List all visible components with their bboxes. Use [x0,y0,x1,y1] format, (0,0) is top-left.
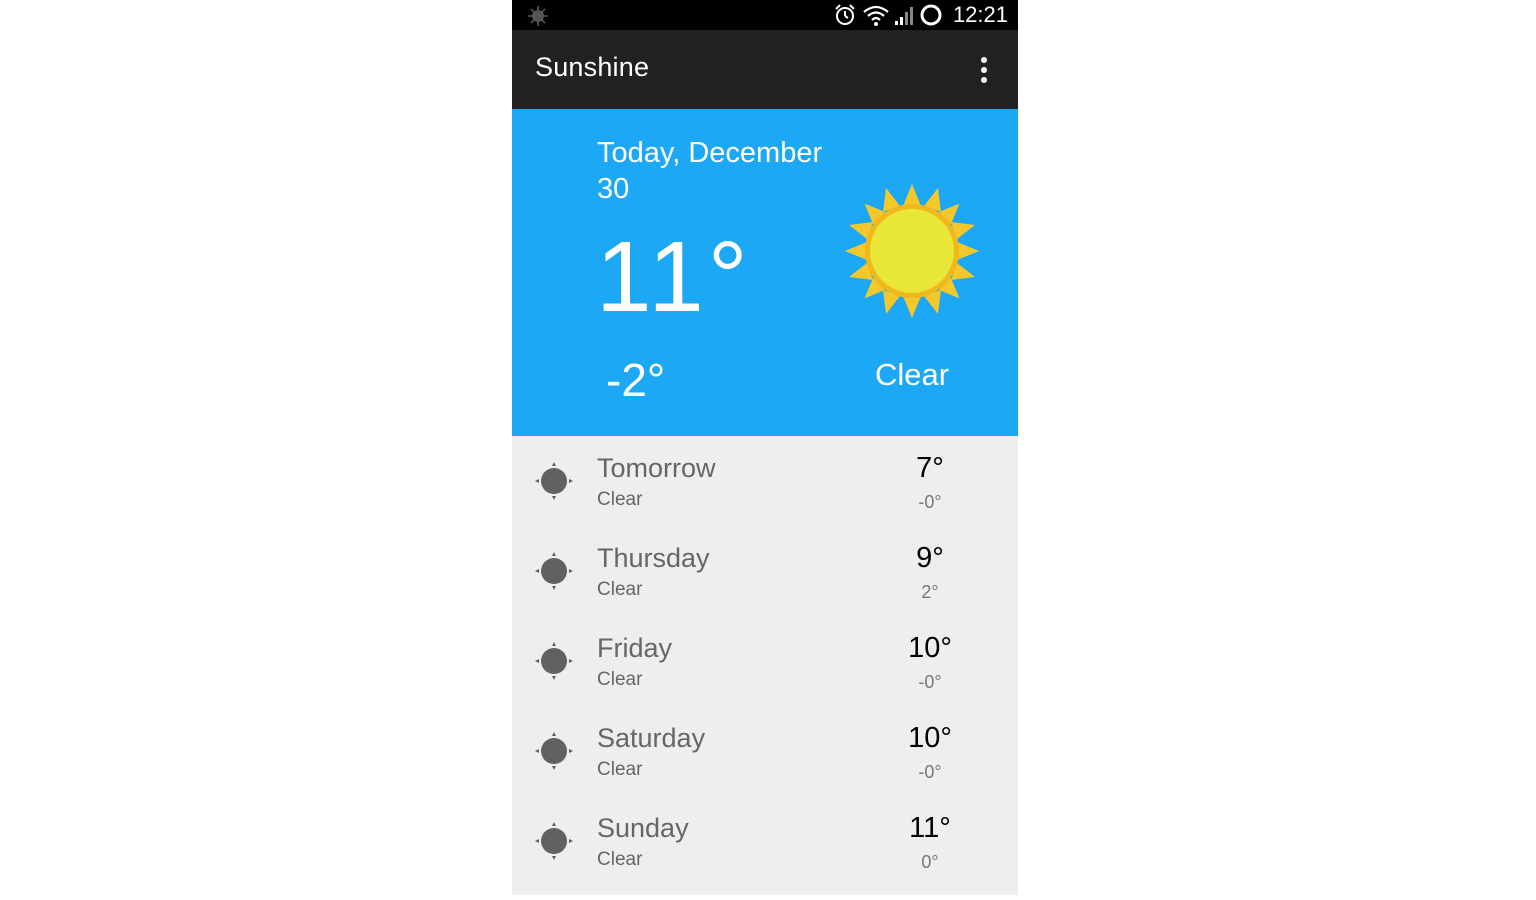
forecast-description: Clear [597,489,643,510]
app-title: Sunshine [535,52,650,82]
forecast-high-temp: 11° [909,812,951,844]
status-icons: 12:21 [833,0,1008,30]
status-bar: 12:21 [512,0,1018,30]
forecast-description: Clear [597,669,643,690]
today-panel[interactable]: Today, December 30 11° -2° Clear [512,109,1018,436]
forecast-day: Friday [597,633,673,663]
phone-screen: 12:21 Sunshine Today, December 30 11° -2… [512,0,1018,895]
forecast-day: Sunday [597,813,689,843]
sun-art [845,184,979,318]
today-condition: Clear [874,357,950,392]
wifi-icon [863,5,889,26]
forecast-low-temp: 0° [921,852,939,872]
today-high-temp: 11° [596,221,752,333]
forecast-day: Saturday [597,723,706,753]
signal-icon [894,7,913,25]
alarm-icon [835,4,855,25]
forecast-low-temp: 2° [921,582,939,602]
forecast-row-sunday[interactable]: Sunday Clear 11° 0° [512,796,1018,886]
forecast-day: Thursday [597,543,710,573]
clear-sun-icon [535,462,573,500]
clear-sun-icon [535,552,573,590]
clear-sun-icon [535,642,573,680]
forecast-row-tomorrow[interactable]: Tomorrow Clear 7° -0° [512,436,1018,526]
forecast-description: Clear [597,849,643,870]
forecast-high-temp: 7° [916,452,944,484]
ring-icon [920,4,942,26]
forecast-row-thursday[interactable]: Thursday Clear 9° 2° [512,526,1018,616]
forecast-high-temp: 10° [908,722,952,754]
forecast-day: Tomorrow [597,453,716,483]
forecast-high-temp: 9° [916,542,944,574]
forecast-high-temp: 10° [908,632,952,664]
forecast-row-friday[interactable]: Friday Clear 10° -0° [512,616,1018,706]
forecast-low-temp: -0° [918,762,942,782]
forecast-low-temp: -0° [918,672,942,692]
forecast-row-saturday[interactable]: Saturday Clear 10° -0° [512,706,1018,796]
forecast-description: Clear [597,759,643,780]
today-date: Today, December 30 [597,137,823,205]
forecast-list: Tomorrow Clear 7° -0° Thursday Clear 9° … [512,436,1018,886]
bug-icon [528,6,548,26]
forecast-description: Clear [597,579,643,600]
today-low-temp: -2° [606,354,666,406]
clear-sun-icon [535,732,573,770]
more-vert-icon[interactable] [970,52,998,88]
action-bar: Sunshine [512,30,1018,109]
forecast-low-temp: -0° [918,492,942,512]
status-time: 12:21 [952,2,1008,27]
clear-sun-icon [535,822,573,860]
